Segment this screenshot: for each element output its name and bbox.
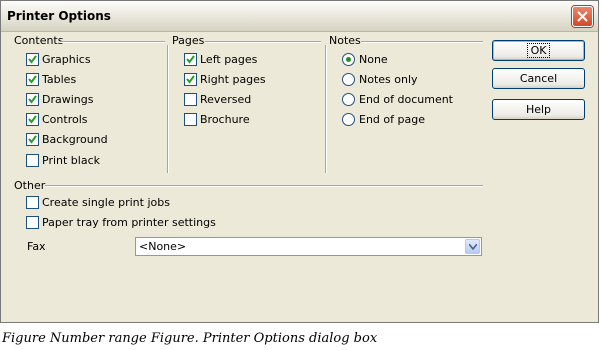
checkbox-box[interactable] [184,72,197,86]
checkbox-paper-tray[interactable]: Paper tray from printer settings [26,214,216,230]
radio-notes-only[interactable]: Notes only [342,71,418,87]
checkbox-box[interactable] [26,153,39,167]
notes-group-line [361,41,483,43]
checkbox-box[interactable] [184,112,197,126]
pages-group-label: Pages [172,34,208,47]
pages-group-line [205,41,321,43]
radio-button[interactable] [342,52,355,66]
title-bar[interactable]: Printer Options [1,1,598,32]
radio-button[interactable] [342,72,355,86]
checkbox-left-pages[interactable]: Left pages [184,51,257,67]
checkbox-label: Controls [42,112,88,126]
checkbox-drawings[interactable]: Drawings [26,91,93,107]
checkbox-brochure[interactable]: Brochure [184,111,250,127]
dialog-title: Printer Options [7,9,111,23]
checkbox-right-pages[interactable]: Right pages [184,71,266,87]
radio-label: Notes only [359,72,418,86]
checkbox-box[interactable] [26,72,39,86]
printer-options-dialog: Printer Options Contents Graphics Tables… [0,0,599,323]
chevron-down-icon [469,244,477,250]
checkbox-label: Background [42,132,108,146]
figure-caption: Figure Number range Figure. Printer Opti… [2,331,378,346]
fax-label: Fax [27,240,46,253]
radio-end-of-document[interactable]: End of document [342,91,453,107]
checkbox-label: Drawings [42,92,94,106]
radio-button[interactable] [342,112,355,126]
other-group-line [45,185,483,187]
checkbox-label: Print black [42,153,100,167]
radio-none[interactable]: None [342,51,388,67]
radio-label: End of page [359,112,425,126]
checkbox-reversed[interactable]: Reversed [184,91,251,107]
checkbox-create-single-print-jobs[interactable]: Create single print jobs [26,194,170,210]
contents-pages-divider [167,45,169,173]
check-icon [28,54,37,64]
checkbox-label: Tables [42,72,77,86]
checkbox-tables[interactable]: Tables [26,71,76,87]
close-button[interactable] [572,6,593,27]
checkbox-box[interactable] [26,52,39,66]
radio-label: None [359,52,388,66]
checkbox-label: Right pages [200,72,266,86]
checkbox-box[interactable] [26,92,39,106]
checkbox-label: Create single print jobs [42,195,170,209]
check-icon [186,74,195,84]
dropdown-button[interactable] [465,239,480,254]
notes-group-label: Notes [329,34,364,47]
checkbox-print-black[interactable]: Print black [26,152,100,168]
ok-button[interactable]: OK [492,40,585,61]
checkbox-label: Paper tray from printer settings [42,215,216,229]
contents-group-label: Contents [14,34,67,47]
checkbox-box[interactable] [184,52,197,66]
checkbox-label: Reversed [200,92,252,106]
check-icon [28,94,37,104]
checkbox-label: Brochure [200,112,250,126]
radio-selected-dot [346,56,351,62]
check-icon [28,74,37,84]
check-icon [28,114,37,124]
checkbox-background[interactable]: Background [26,131,108,147]
close-icon [577,11,588,22]
checkbox-label: Graphics [42,52,91,66]
help-button[interactable]: Help [492,99,585,120]
checkbox-box[interactable] [26,195,39,209]
checkbox-graphics[interactable]: Graphics [26,51,91,67]
radio-button[interactable] [342,92,355,106]
cancel-button[interactable]: Cancel [492,68,585,89]
check-icon [186,54,195,64]
pages-notes-divider [325,45,327,173]
checkbox-box[interactable] [184,92,197,106]
checkbox-controls[interactable]: Controls [26,111,88,127]
checkbox-box[interactable] [26,112,39,126]
checkbox-box[interactable] [26,215,39,229]
checkbox-label: Left pages [200,52,258,66]
check-icon [28,134,37,144]
other-group-label: Other [14,179,49,192]
radio-end-of-page[interactable]: End of page [342,111,425,127]
radio-label: End of document [359,92,453,106]
fax-select[interactable]: <None> [135,237,482,256]
checkbox-box[interactable] [26,132,39,146]
fax-value: <None> [139,240,187,253]
contents-group-line [61,41,165,43]
